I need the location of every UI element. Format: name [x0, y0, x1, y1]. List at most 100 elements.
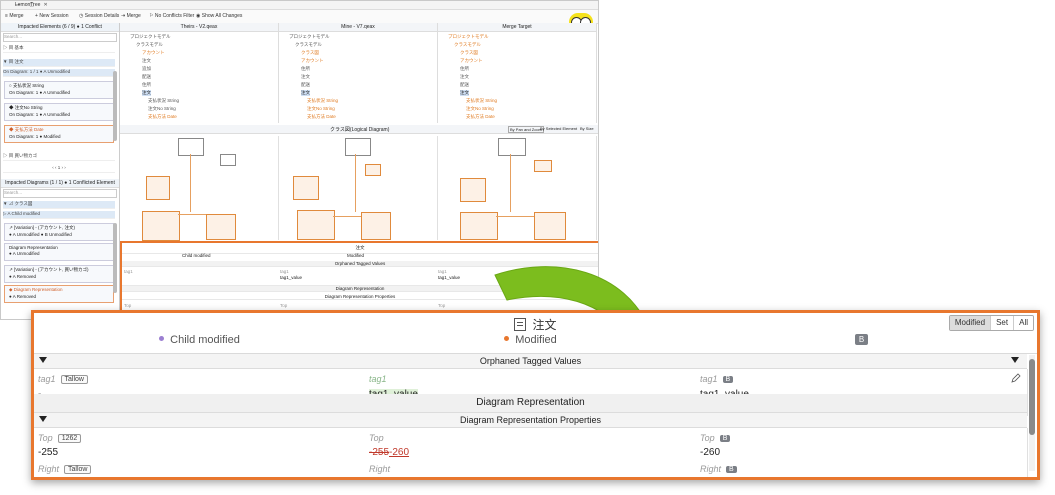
tree-node[interactable]: 支払方法 Date [466, 114, 495, 120]
tree-node[interactable]: 注文 [301, 90, 310, 96]
tree-node[interactable]: 住所 [301, 66, 310, 72]
show-all-changes-button[interactable]: ◉ Show All Changes [196, 13, 242, 19]
tree-node[interactable]: 支払状況 String [466, 98, 497, 104]
section-orphaned-label: Orphaned Tagged Values [479, 356, 582, 366]
tree-node[interactable]: クラスモデル [136, 42, 163, 48]
tree-node[interactable]: 注文No String [466, 106, 494, 112]
tree-node[interactable]: クラスモデル [295, 42, 322, 48]
diagrams-scrollbar[interactable] [113, 223, 117, 293]
theirs-tree-header: Theirs - V2.qeax [120, 23, 278, 32]
diagram-tab[interactable]: By Selected Element [540, 126, 577, 131]
diagram-tab[interactable]: By Pan and Zoom [508, 126, 545, 133]
column-c-status: B [696, 330, 1027, 350]
scrollbar-thumb[interactable] [1029, 359, 1035, 435]
right-label-a: Right Tallow [38, 464, 92, 474]
top-cell-b[interactable]: Top -255-260 [365, 428, 697, 462]
tree-node[interactable]: 配送 [142, 74, 151, 80]
top-value-a: -255 [38, 447, 59, 458]
top-label-a: Top 1262 [38, 433, 82, 443]
right-cell-b[interactable]: Right [365, 461, 697, 477]
dropdown-caret-icon[interactable] [1011, 357, 1019, 363]
tree-node[interactable]: 注文 [460, 74, 469, 80]
section-diagram-rep-properties[interactable]: Diagram Representation Properties [34, 413, 1027, 428]
element-card[interactable]: ◆ 注文No String On Diagram: 1 ● A Unmodifi… [4, 103, 114, 121]
view-filter-segmented[interactable]: Modified Set All [948, 315, 1034, 331]
source-badge: B [726, 466, 737, 473]
tree-node[interactable]: 支払方法 Date [307, 114, 336, 120]
tree-node[interactable]: 注文No String [307, 106, 335, 112]
element-row[interactable]: ▷ 目 買い物カゴ [3, 153, 115, 161]
top-label-c: Top B [700, 433, 731, 443]
tree-node[interactable]: プロジェクトモデル [130, 34, 171, 40]
tree-node[interactable]: 注文No String [148, 106, 176, 112]
window-controls[interactable]: — ▢ ✕ [15, 2, 594, 8]
filter-set-button[interactable]: Set [990, 316, 1014, 330]
top-cell-a[interactable]: Top 1262 -255 [34, 428, 366, 462]
tree-node[interactable]: プロジェクトモデル [289, 34, 330, 40]
diagram-card[interactable]: ↗ [Variation] - (アカウント, 注文) ● A Unmodifi… [4, 223, 114, 241]
impacted-elements-header: Impacted Elements (6 / 9) ● 1 Conflict [1, 23, 119, 32]
diagram-row[interactable]: ▷ A Child modified [3, 211, 115, 219]
tree-node[interactable]: 住所 [142, 82, 151, 88]
mine-tree: Mine - V7.qeax プロジェクトモデル クラスモデル クラス図 アカウ… [279, 23, 438, 123]
tree-node[interactable]: 配送 [460, 82, 469, 88]
mine-diagram[interactable] [279, 136, 438, 240]
diagram-row[interactable]: ▼ ⊿ クラス図 [3, 201, 115, 209]
mine-tree-header: Mine - V7.qeax [279, 23, 437, 32]
top-value-c: -260 [700, 447, 721, 458]
element-row[interactable]: ▷ 目 基本 [3, 45, 115, 53]
filter-all-button[interactable]: All [1013, 316, 1033, 330]
pager[interactable]: ‹ ‹ 1 › › [3, 165, 115, 173]
elements-scrollbar[interactable] [113, 71, 117, 141]
diagram-card[interactable]: Diagram Representation ● A Unmodified [4, 243, 114, 261]
theirs-diagram[interactable] [120, 136, 279, 241]
collapse-caret-icon[interactable] [39, 416, 47, 422]
right-cell-a[interactable]: Right Tallow [34, 461, 366, 477]
element-card[interactable]: ◆ 支払方法 Date On Diagram: 1 ● Modified [4, 125, 114, 143]
element-row[interactable]: On Diagram: 1 / 1 ● A Unmodified [3, 69, 115, 77]
tree-node[interactable]: アカウント [301, 58, 324, 64]
session-details-button[interactable]: ◷ Session Details [79, 13, 119, 19]
edit-pencil-icon[interactable] [1011, 373, 1021, 383]
right-label-b: Right [369, 464, 391, 474]
tree-node[interactable]: クラスモデル [454, 42, 481, 48]
toolbar: ≡ Merge + New Session ◷ Session Details … [1, 10, 598, 31]
new-session-button[interactable]: + New Session [35, 13, 69, 19]
tree-node[interactable]: 住所 [460, 66, 469, 72]
section-orphaned-tagged-values[interactable]: Orphaned Tagged Values [34, 354, 1027, 369]
tree-node[interactable]: 追加 [142, 66, 151, 72]
merge-target-diagram[interactable] [438, 136, 597, 240]
tree-node[interactable]: 配送 [301, 82, 310, 88]
tree-node[interactable]: 注文 [142, 58, 151, 64]
tree-node[interactable]: 支払状況 String [148, 98, 179, 104]
tree-node[interactable]: アカウント [142, 50, 165, 56]
tree-node[interactable]: クラス図 [301, 50, 319, 56]
detail-scrollbar[interactable] [1029, 355, 1035, 471]
collapse-caret-icon[interactable] [39, 357, 47, 363]
element-row[interactable]: ▼ 目 注文 [3, 59, 115, 67]
right-cell-c[interactable]: Right B [696, 461, 1028, 477]
tree-node[interactable]: 注文 [460, 90, 469, 96]
no-conflicts-filter-button[interactable]: ⚐ No Conflicts Filter [149, 13, 194, 19]
element-card[interactable]: ○ 支払状況 String On Diagram: 1 ● A Unmodifi… [4, 81, 114, 99]
top-cell-c[interactable]: Top B -260 [696, 428, 1028, 462]
top-value-b: -255-260 [369, 447, 410, 458]
tree-node[interactable]: クラス図 [460, 50, 478, 56]
tag1-label-b: tag1 [369, 374, 387, 384]
modified-dot-icon [504, 336, 510, 341]
merge-menu-button[interactable]: ≡ Merge [5, 13, 24, 19]
section-diagram-representation: Diagram Representation [34, 394, 1027, 413]
diagram-tab[interactable]: By Size [580, 126, 594, 131]
filter-modified-button[interactable]: Modified [949, 316, 991, 330]
tree-node[interactable]: アカウント [460, 58, 483, 64]
tree-node[interactable]: 注文 [301, 74, 310, 80]
tree-node[interactable]: 注文 [142, 90, 151, 96]
tree-node[interactable]: 支払状況 String [307, 98, 338, 104]
merge-button[interactable]: ⇥ Merge [121, 13, 141, 19]
tree-node[interactable]: プロジェクトモデル [448, 34, 489, 40]
elements-search-input[interactable]: Search... [3, 33, 117, 42]
diagrams-search-input[interactable]: Search... [3, 189, 117, 198]
diagram-card[interactable]: ↗ [Variation] - (アカウント, 買い物カゴ) ● A Remov… [4, 265, 114, 283]
tree-node[interactable]: 支払方法 Date [148, 114, 177, 120]
diagram-card[interactable]: ◆ Diagram Representation ● A Removed [4, 285, 114, 303]
